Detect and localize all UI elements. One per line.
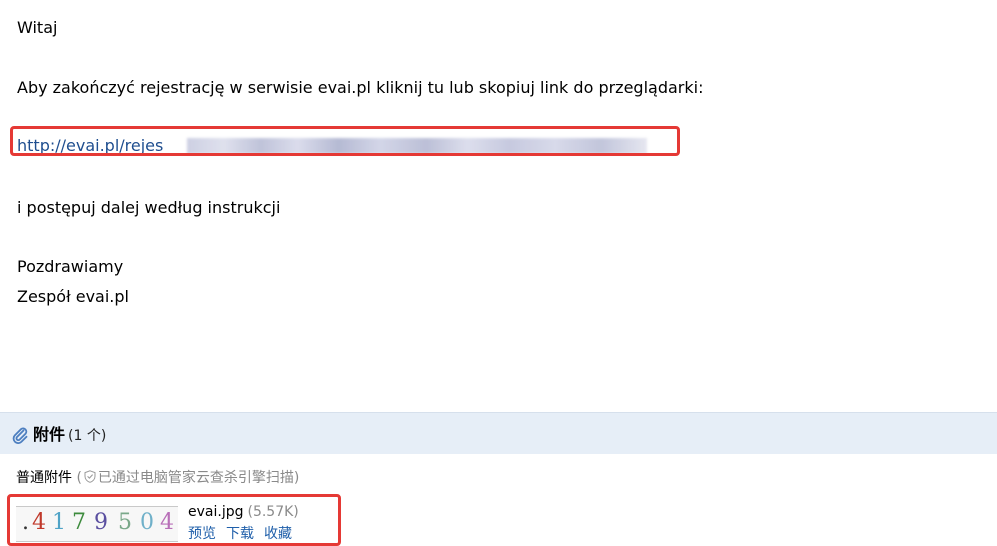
attachments-section: 附件 (1 个) 普通附件 ( 已通过电脑管家云查杀引擎扫描) . 4 1 7 … — [0, 412, 997, 546]
attachments-title: 附件 — [33, 425, 66, 444]
attachment-group-header: 普通附件 ( 已通过电脑管家云查杀引擎扫描) — [16, 469, 299, 487]
attachments-count: (1 个) — [68, 428, 107, 444]
link-highlight-box — [10, 126, 680, 156]
greeting-text: Witaj — [17, 18, 58, 37]
closing-text: Pozdrawiamy — [17, 257, 124, 276]
attachment-highlight-box — [7, 494, 341, 546]
attachments-header: 附件 (1 个) — [0, 412, 997, 454]
scan-status-text: 已通过电脑管家云查杀引擎扫描) — [97, 470, 300, 486]
shield-check-icon — [84, 470, 96, 483]
signature-text: Zespół evai.pl — [17, 287, 129, 306]
follow-up-text: i postępuj dalej według instrukcji — [17, 198, 281, 217]
paperclip-icon — [12, 427, 28, 444]
email-body: Witaj Aby zakończyć rejestrację w serwis… — [0, 0, 997, 412]
scan-status-prefix: ( — [76, 470, 82, 486]
instruction-text: Aby zakończyć rejestrację w serwisie eva… — [17, 78, 704, 97]
attachment-group-label: 普通附件 — [16, 470, 72, 486]
